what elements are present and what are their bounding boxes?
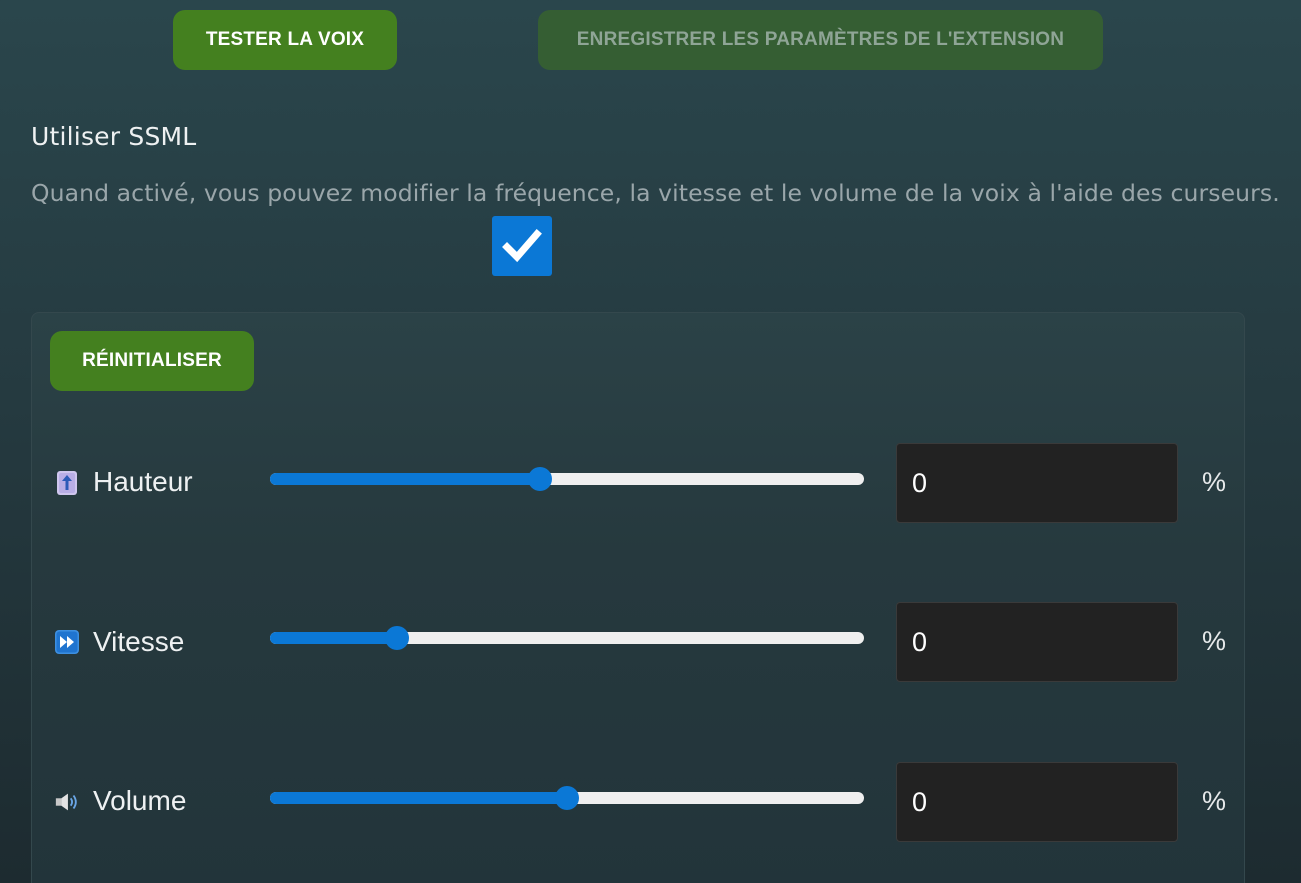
volume-input[interactable]: 0: [896, 762, 1178, 842]
ssml-checkbox[interactable]: [492, 216, 552, 276]
speed-slider-thumb[interactable]: [385, 626, 409, 650]
fast-forward-icon: [54, 629, 80, 655]
volume-slider-thumb[interactable]: [555, 786, 579, 810]
volume-label: Volume: [93, 785, 187, 816]
speaker-icon: [54, 789, 80, 815]
speed-input[interactable]: 0: [896, 602, 1178, 682]
save-settings-button[interactable]: ENREGISTRER LES PARAMÈTRES DE L'EXTENSIO…: [538, 10, 1103, 70]
pitch-slider-thumb[interactable]: [528, 467, 552, 491]
volume-slider[interactable]: [270, 786, 864, 810]
test-voice-button[interactable]: TESTER LA VOIX: [173, 10, 397, 70]
ssml-title: Utiliser SSML: [31, 122, 197, 151]
speed-unit: %: [1202, 626, 1227, 656]
checkmark-icon: [502, 229, 542, 263]
pitch-icon: [54, 470, 80, 496]
volume-slider-fill: [270, 792, 567, 804]
reset-button[interactable]: RÉINITIALISER: [50, 331, 254, 391]
pitch-input[interactable]: 0: [896, 443, 1178, 523]
ssml-description: Quand activé, vous pouvez modifier la fr…: [31, 179, 1280, 207]
speed-slider-fill: [270, 632, 397, 644]
pitch-label: Hauteur: [93, 466, 193, 497]
speed-slider[interactable]: [270, 626, 864, 650]
pitch-slider[interactable]: [270, 467, 864, 491]
speed-label: Vitesse: [93, 626, 185, 657]
pitch-unit: %: [1202, 467, 1227, 497]
pitch-slider-fill: [270, 473, 540, 485]
volume-unit: %: [1202, 786, 1227, 816]
